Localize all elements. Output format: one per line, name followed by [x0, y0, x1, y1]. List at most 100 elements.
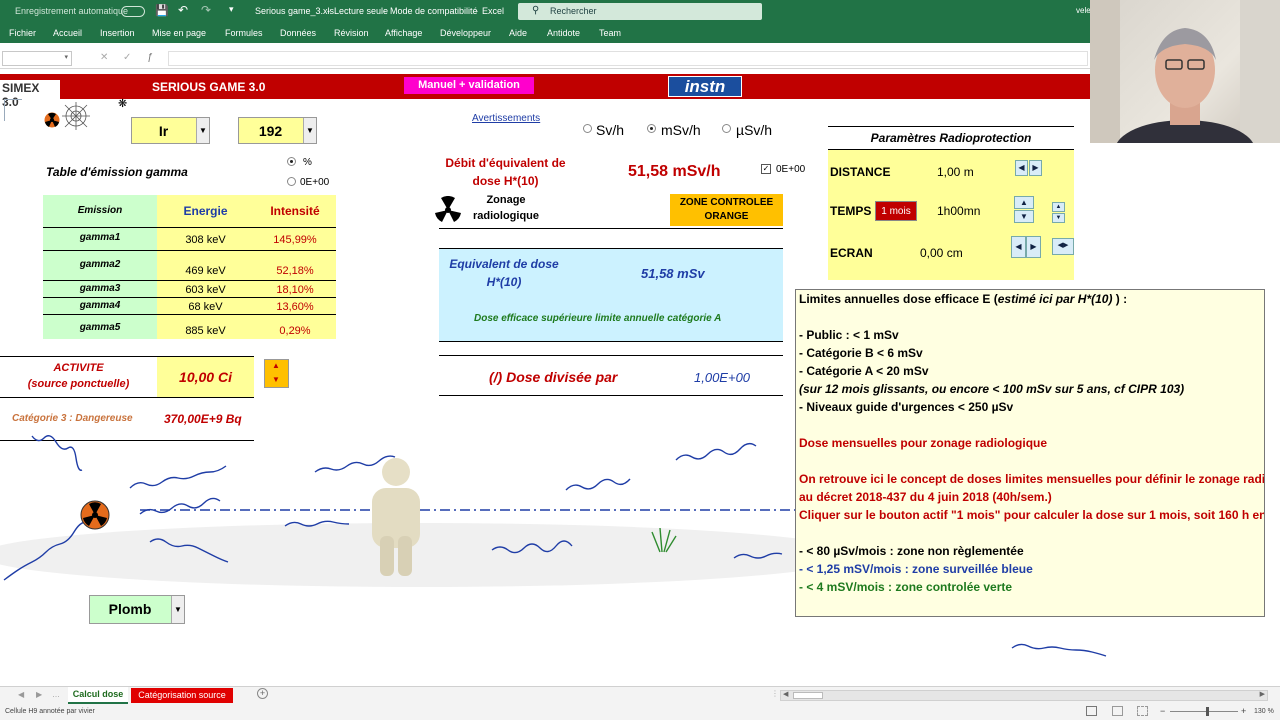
col-header-energie: Energie — [183, 204, 228, 218]
table-row-energy: 68 keV — [188, 301, 223, 313]
zoom-slider[interactable] — [1170, 707, 1238, 716]
ecran-label: ECRAN — [830, 246, 873, 260]
one-month-button[interactable]: 1 mois — [875, 201, 917, 221]
formula-input[interactable] — [168, 51, 1088, 66]
user-name[interactable]: vele — [1076, 6, 1091, 15]
comment-mensuel-title: Dose mensuelles pour zonage radiologique — [799, 436, 1048, 450]
qat-more-icon[interactable]: ▾ — [229, 4, 234, 15]
rate-unit-usv-radio[interactable] — [722, 124, 731, 133]
ribbon-tab-mise-en-page[interactable]: Mise en page — [152, 28, 206, 38]
search-box[interactable]: ⚲ Rechercher — [518, 3, 762, 20]
page-break-icon[interactable] — [1137, 706, 1148, 716]
category-label: Catégorie 3 : Dangereuse — [12, 413, 133, 424]
ribbon-tab-insertion[interactable]: Insertion — [100, 28, 135, 38]
radiation-small-icon — [44, 112, 60, 128]
tab-next-icon[interactable]: ▶ — [36, 690, 42, 699]
activity-spinner[interactable]: ▲ ▼ — [264, 359, 289, 388]
add-sheet-icon[interactable]: + — [257, 688, 268, 699]
confirm-icon[interactable]: ✓ — [123, 52, 131, 63]
mass-number-dropdown[interactable]: 192 ▼ — [238, 117, 317, 144]
ecran-right-button[interactable]: ▶ — [1026, 236, 1041, 258]
rate-unit-sv-radio[interactable] — [583, 124, 592, 133]
scroll-right-icon[interactable]: ▶ — [1260, 690, 1265, 698]
zoom-level[interactable]: 130 % — [1254, 708, 1274, 715]
horizontal-scrollbar[interactable]: ◀ ▶ — [780, 690, 1268, 701]
zone-badge: ZONE CONTROLEE ORANGE — [670, 194, 783, 226]
page-layout-icon[interactable] — [1112, 706, 1123, 716]
rate-unit-msv-radio[interactable] — [647, 124, 656, 133]
comment-zone-nr: - < 80 µSv/mois : zone non règlementée — [799, 544, 1024, 558]
avertissements-link[interactable]: Avertissements — [472, 113, 540, 124]
normal-view-icon[interactable] — [1086, 706, 1097, 716]
table-row-energy: 308 keV — [185, 234, 226, 246]
scroll-thumb[interactable] — [793, 692, 823, 699]
ribbon-tab-revision[interactable]: Révision — [334, 28, 369, 38]
distance-value: 1,00 m — [937, 165, 974, 179]
temps-fine-down-button[interactable]: ▼ — [1052, 213, 1065, 223]
status-bar: Cellule H9 annotée par vivier − + 130 % — [0, 704, 1280, 720]
ribbon-tab-accueil[interactable]: Accueil — [53, 28, 82, 38]
dose-rate-value: 51,58 mSv/h — [628, 163, 721, 180]
spinner-up-icon[interactable]: ▲ — [272, 361, 280, 370]
spinner-down-icon[interactable]: ▼ — [272, 375, 280, 384]
save-icon[interactable]: 💾 — [155, 4, 169, 17]
undo-icon[interactable]: ↶ — [178, 3, 188, 17]
scroll-left-icon[interactable]: ◀ — [783, 690, 788, 698]
ribbon-tab-developpeur[interactable]: Développeur — [440, 28, 491, 38]
distance-right-button[interactable]: ▶ — [1029, 160, 1042, 176]
tab-calcul-dose[interactable]: Calcul dose — [68, 687, 128, 704]
tab-categorisation-source[interactable]: Catégorisation source — [131, 688, 233, 703]
ribbon-tabs: Fichier Accueil Insertion Mise en page F… — [0, 23, 1090, 43]
temps-down-button[interactable]: ▼ — [1014, 210, 1034, 223]
table-row-name: gamma5 — [79, 322, 121, 333]
fx-icon[interactable]: ƒ — [147, 52, 153, 63]
readonly-label: Lecture seule — [334, 6, 389, 16]
rate-unit-sv-label: Sv/h — [596, 122, 625, 138]
distance-label: DISTANCE — [830, 165, 891, 179]
redo-icon[interactable]: ↷ — [201, 3, 211, 17]
unit-percent-radio[interactable] — [287, 157, 296, 166]
cancel-icon[interactable]: ✕ — [100, 52, 108, 63]
table-row-energy: 603 keV — [185, 284, 226, 296]
unit-sci-radio[interactable] — [287, 177, 296, 186]
manuel-validation-button[interactable]: Manuel + validation — [404, 77, 534, 94]
table-row-name: gamma4 — [79, 300, 121, 311]
dose-rate-label: Débit d'équivalent de — [445, 156, 566, 170]
activity-label: ACTIVITE — [53, 362, 104, 374]
split-handle-icon[interactable]: ⋮ — [771, 689, 779, 698]
ribbon-tab-aide[interactable]: Aide — [509, 28, 527, 38]
comment-line-public: - Public : < 1 mSv — [799, 328, 899, 342]
name-box[interactable]: ▾ — [2, 51, 72, 66]
params-title: Paramètres Radioprotection — [828, 126, 1074, 150]
status-text: Cellule H9 annotée par vivier — [5, 708, 95, 715]
ribbon-tab-donnees[interactable]: Données — [280, 28, 316, 38]
autosave-toggle[interactable] — [121, 6, 145, 17]
temps-up-button[interactable]: ▲ — [1014, 196, 1034, 209]
comment-red-line2: au décret 2018-437 du 4 juin 2018 (40h/s… — [799, 490, 1052, 504]
namebox-chevron-icon[interactable]: ▾ — [64, 53, 68, 61]
ribbon-tab-affichage[interactable]: Affichage — [385, 28, 422, 38]
zoom-slider-thumb[interactable] — [1206, 707, 1209, 716]
sci-notation-checkbox[interactable]: ✓ — [761, 164, 771, 174]
tab-prev-icon[interactable]: ◀ — [18, 690, 24, 699]
divided-value[interactable]: 1,00E+00 — [694, 370, 750, 385]
activity-value[interactable]: 10,00 Ci — [157, 357, 254, 397]
rate-unit-usv-label: µSv/h — [736, 122, 773, 138]
ecran-fine-button[interactable]: ◀▶ — [1052, 238, 1074, 255]
col-header-emission: Emission — [77, 205, 123, 216]
ribbon-tab-antidote[interactable]: Antidote — [547, 28, 580, 38]
zoom-in-icon[interactable]: + — [1241, 706, 1246, 716]
ecran-left-button[interactable]: ◀ — [1011, 236, 1026, 258]
temps-fine-up-button[interactable]: ▲ — [1052, 202, 1065, 212]
isotope-dropdown[interactable]: Ir ▼ — [131, 117, 210, 144]
isotope-chevron-down-icon[interactable]: ▼ — [196, 118, 209, 143]
comment-line-cat-b: - Catégorie B < 6 mSv — [799, 346, 923, 360]
radiation-wave-right — [1011, 643, 1107, 657]
mass-chevron-down-icon[interactable]: ▼ — [303, 118, 316, 143]
zoom-out-icon[interactable]: − — [1160, 706, 1165, 716]
ribbon-tab-formules[interactable]: Formules — [225, 28, 263, 38]
tab-more-icon[interactable]: … — [52, 690, 60, 699]
ribbon-tab-fichier[interactable]: Fichier — [9, 28, 36, 38]
ribbon-tab-team[interactable]: Team — [599, 28, 621, 38]
distance-left-button[interactable]: ◀ — [1015, 160, 1028, 176]
